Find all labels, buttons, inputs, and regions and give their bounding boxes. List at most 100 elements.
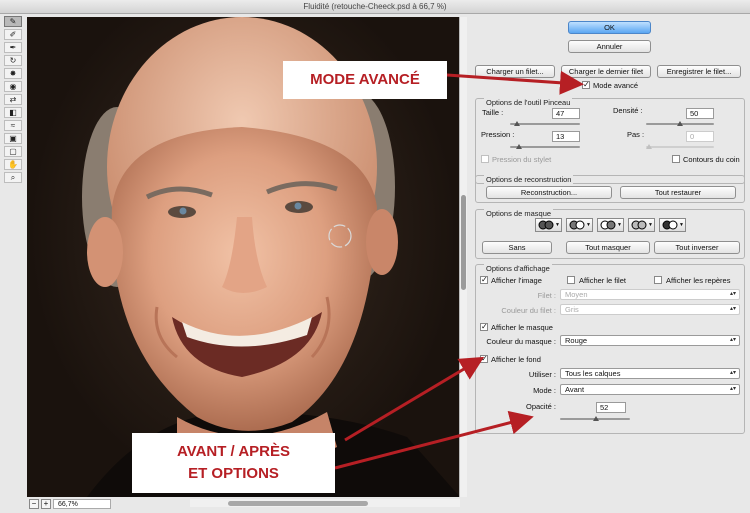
pin-edges-label: Contours du coin xyxy=(683,155,740,164)
density-slider-knob[interactable] xyxy=(677,121,683,126)
show-mesh-checkbox[interactable] xyxy=(567,276,575,284)
vertical-scroll-thumb[interactable] xyxy=(461,195,466,290)
size-slider-knob[interactable] xyxy=(514,121,520,126)
thaw-mask-tool-icon[interactable]: ▢ xyxy=(4,146,22,157)
pressure-slider-knob[interactable] xyxy=(516,144,523,149)
pressure-field[interactable]: 13 xyxy=(552,131,580,142)
mask-intersect-icon xyxy=(631,220,647,230)
rate-label: Pas : xyxy=(627,130,645,139)
push-left-tool-icon[interactable]: ⇄ xyxy=(4,94,22,105)
window-title: Fluidité (retouche-Cheeck.psd à 66,7 %) xyxy=(0,0,750,14)
rate-slider-knob[interactable] xyxy=(646,144,652,149)
size-field[interactable]: 47 xyxy=(552,108,580,119)
select-arrows-icon: ▴▾ xyxy=(729,370,736,376)
density-slider[interactable] xyxy=(646,121,714,127)
mask-all-button[interactable]: Tout masquer xyxy=(566,241,650,254)
show-mask-checkbox[interactable]: ✓ xyxy=(480,323,488,331)
stylus-pressure-label: Pression du stylet xyxy=(492,155,552,164)
density-field[interactable]: 50 xyxy=(686,108,714,119)
callout-before-after-line2: ET OPTIONS xyxy=(188,465,279,482)
invert-all-button[interactable]: Tout inverser xyxy=(654,241,740,254)
use-label: Utiliser : xyxy=(528,370,556,379)
mode-label: Mode : xyxy=(533,386,556,395)
select-arrows-icon: ▴▾ xyxy=(729,337,736,343)
tool-palette: ✎ ✐ ✒ ↻ ✸ ◉ ⇄ ◧ ≈ ▣ ▢ ✋ ⌕ xyxy=(3,16,23,183)
reconstruct-tool-icon[interactable]: ✐ xyxy=(4,29,22,40)
mask-none-button[interactable]: Sans xyxy=(482,241,552,254)
warp-tool-icon[interactable]: ✎ xyxy=(4,16,22,27)
use-select[interactable]: Tous les calques ▴▾ xyxy=(560,368,740,379)
mask-add-button[interactable]: ▼ xyxy=(566,218,593,232)
restore-all-button[interactable]: Tout restaurer xyxy=(620,186,736,199)
mesh-size-select[interactable]: Moyen ▴▾ xyxy=(560,289,740,300)
zoom-level-field[interactable]: 66,7% xyxy=(53,499,111,509)
cancel-button[interactable]: Annuler xyxy=(568,40,651,53)
reconstruct-options-group: Options de reconstruction Reconstruction… xyxy=(475,175,745,203)
mask-subtract-button[interactable]: ▼ xyxy=(597,218,624,232)
zoom-tool-icon[interactable]: ⌕ xyxy=(4,172,22,183)
bloat-tool-icon[interactable]: ◉ xyxy=(4,81,22,92)
brush-options-group: Options de l'outil Pinceau Taille : 47 D… xyxy=(475,98,745,184)
view-options-title: Options d'affichage xyxy=(484,264,552,273)
twirl-tool-icon[interactable]: ↻ xyxy=(4,55,22,66)
show-backdrop-checkbox[interactable]: ✓ xyxy=(480,355,488,363)
load-last-mesh-button[interactable]: Charger le dernier filet xyxy=(561,65,651,78)
freeze-mask-tool-icon[interactable]: ▣ xyxy=(4,133,22,144)
mode-select[interactable]: Avant ▴▾ xyxy=(560,384,740,395)
brush-options-title: Options de l'outil Pinceau xyxy=(484,98,573,107)
show-image-checkbox[interactable]: ✓ xyxy=(480,276,488,284)
show-backdrop-label: Afficher le fond xyxy=(491,355,541,364)
opacity-slider[interactable] xyxy=(560,416,630,422)
view-options-group: Options d'affichage ✓ Afficher l'image A… xyxy=(475,264,745,434)
pressure-slider[interactable] xyxy=(510,144,580,150)
zoom-out-button[interactable]: − xyxy=(29,499,39,509)
opacity-label: Opacité : xyxy=(525,402,556,411)
hand-tool-icon[interactable]: ✋ xyxy=(4,159,22,170)
size-slider[interactable] xyxy=(510,121,580,127)
mirror-tool-icon[interactable]: ◧ xyxy=(4,107,22,118)
advanced-mode-checkbox[interactable]: ✓ xyxy=(582,81,590,89)
chevron-down-icon: ▼ xyxy=(586,222,591,228)
horizontal-scroll-thumb[interactable] xyxy=(228,501,368,506)
callout-before-after: AVANT / APRÈS ET OPTIONS xyxy=(132,433,335,493)
select-arrows-icon: ▴▾ xyxy=(729,386,736,392)
mask-intersect-button[interactable]: ▼ xyxy=(628,218,655,232)
pressure-label: Pression : xyxy=(481,130,515,139)
callout-before-after-line1: AVANT / APRÈS xyxy=(176,443,291,460)
rate-slider[interactable] xyxy=(646,144,714,150)
canvas-vertical-scrollbar[interactable] xyxy=(459,17,467,497)
pucker-tool-icon[interactable]: ✸ xyxy=(4,68,22,79)
mask-options-title: Options de masque xyxy=(484,209,554,218)
opacity-slider-knob[interactable] xyxy=(593,416,600,421)
smooth-tool-icon[interactable]: ✒ xyxy=(4,42,22,53)
pin-edges-checkbox[interactable] xyxy=(672,155,680,163)
save-mesh-button[interactable]: Enregistrer le filet... xyxy=(657,65,741,78)
mask-color-label: Couleur du masque : xyxy=(486,337,556,346)
select-arrows-icon: ▴▾ xyxy=(729,291,736,297)
load-mesh-button[interactable]: Charger un filet... xyxy=(475,65,555,78)
mask-subtract-icon xyxy=(600,220,616,230)
canvas-horizontal-scrollbar[interactable] xyxy=(190,499,460,507)
ok-button[interactable]: OK xyxy=(568,21,651,34)
opacity-field[interactable]: 52 xyxy=(596,402,626,413)
show-guides-checkbox[interactable] xyxy=(654,276,662,284)
rate-field[interactable]: 0 xyxy=(686,131,714,142)
mask-color-select[interactable]: Rouge ▴▾ xyxy=(560,335,740,346)
turbulence-tool-icon[interactable]: ≈ xyxy=(4,120,22,131)
mesh-color-label: Couleur du filet : xyxy=(501,306,556,315)
chevron-down-icon: ▼ xyxy=(555,222,560,228)
mesh-size-label: Filet : xyxy=(537,291,556,300)
use-value: Tous les calques xyxy=(565,369,621,378)
zoom-status: − + 66,7% xyxy=(27,498,187,510)
mask-options-group: Options de masque ▼ ▼ ▼ ▼ ▼ Sans Tout ma… xyxy=(475,209,745,259)
mask-replace-icon xyxy=(538,220,554,230)
chevron-down-icon: ▼ xyxy=(679,222,684,228)
select-arrows-icon: ▴▾ xyxy=(729,306,736,312)
mask-invert-button[interactable]: ▼ xyxy=(659,218,686,232)
reconstruct-button[interactable]: Reconstruction... xyxy=(486,186,612,199)
density-label: Densité : xyxy=(613,106,643,115)
stylus-pressure-checkbox[interactable] xyxy=(481,155,489,163)
mask-replace-button[interactable]: ▼ xyxy=(535,218,562,232)
mesh-color-select[interactable]: Gris ▴▾ xyxy=(560,304,740,315)
zoom-in-button[interactable]: + xyxy=(41,499,51,509)
